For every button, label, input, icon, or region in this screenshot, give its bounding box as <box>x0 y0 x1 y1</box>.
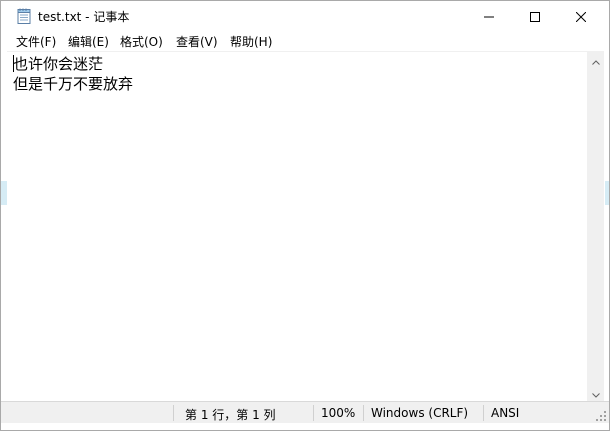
menu-help[interactable]: 帮助(H) <box>227 33 275 51</box>
cursor-position: 第 1 行，第 1 列 <box>185 408 276 422</box>
menu-edit[interactable]: 编辑(E) <box>65 33 112 51</box>
zoom-level: 100% <box>321 406 356 420</box>
status-divider <box>313 405 314 421</box>
status-divider <box>173 405 174 421</box>
editor-line[interactable]: 也许你会迷茫 <box>13 54 103 74</box>
close-button[interactable] <box>558 1 604 31</box>
window-bottom-border <box>1 423 609 430</box>
encoding: ANSI <box>491 406 520 420</box>
scroll-down-button[interactable] <box>587 384 604 401</box>
status-divider <box>363 405 364 421</box>
menu-format[interactable]: 格式(O) <box>117 33 166 51</box>
editor-line[interactable]: 但是千万不要放弃 <box>13 74 133 94</box>
menu-bar: 文件(F) 编辑(E) 格式(O) 查看(V) 帮助(H) <box>1 31 609 51</box>
menu-file[interactable]: 文件(F) <box>13 33 59 51</box>
resize-grip-icon[interactable] <box>595 410 607 422</box>
minimize-button[interactable] <box>466 1 512 31</box>
status-divider <box>483 405 484 421</box>
chevron-down-icon <box>591 383 600 402</box>
minimize-icon <box>484 7 494 26</box>
window-title: test.txt - 记事本 <box>38 10 130 24</box>
vertical-scrollbar[interactable] <box>587 51 604 401</box>
notepad-icon[interactable] <box>17 8 31 24</box>
status-bar: 第 1 行，第 1 列 100% Windows (CRLF) ANSI <box>1 401 609 424</box>
close-icon <box>575 7 587 26</box>
scroll-up-button[interactable] <box>587 51 604 68</box>
background-strip <box>605 181 609 205</box>
chevron-up-icon <box>591 50 600 69</box>
maximize-button[interactable] <box>512 1 558 31</box>
title-bar[interactable]: test.txt - 记事本 <box>1 1 609 31</box>
menu-view[interactable]: 查看(V) <box>173 33 221 51</box>
notepad-window: test.txt - 记事本 文件(F) 编辑(E) 格式(O) 查看(V) 帮… <box>0 0 610 431</box>
text-editor-area[interactable]: 也许你会迷茫 但是千万不要放弃 <box>7 51 587 402</box>
line-ending: Windows (CRLF) <box>371 406 469 420</box>
maximize-icon <box>530 7 540 26</box>
